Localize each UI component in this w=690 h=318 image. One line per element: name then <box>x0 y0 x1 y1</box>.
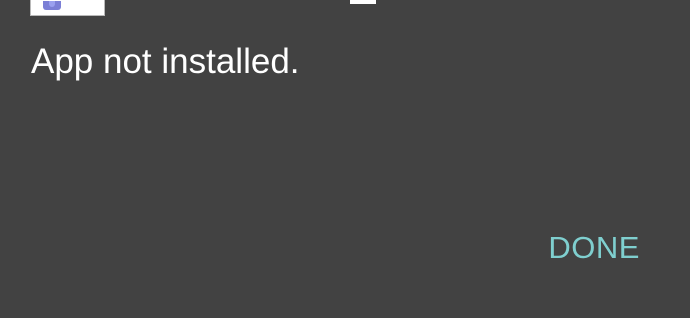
done-button[interactable]: DONE <box>546 225 642 271</box>
app-icon <box>30 0 105 16</box>
title-mark <box>350 0 376 4</box>
app-logo-icon <box>43 1 61 10</box>
status-message: App not installed. <box>31 42 300 81</box>
install-result-dialog: App not installed. DONE <box>0 0 690 318</box>
